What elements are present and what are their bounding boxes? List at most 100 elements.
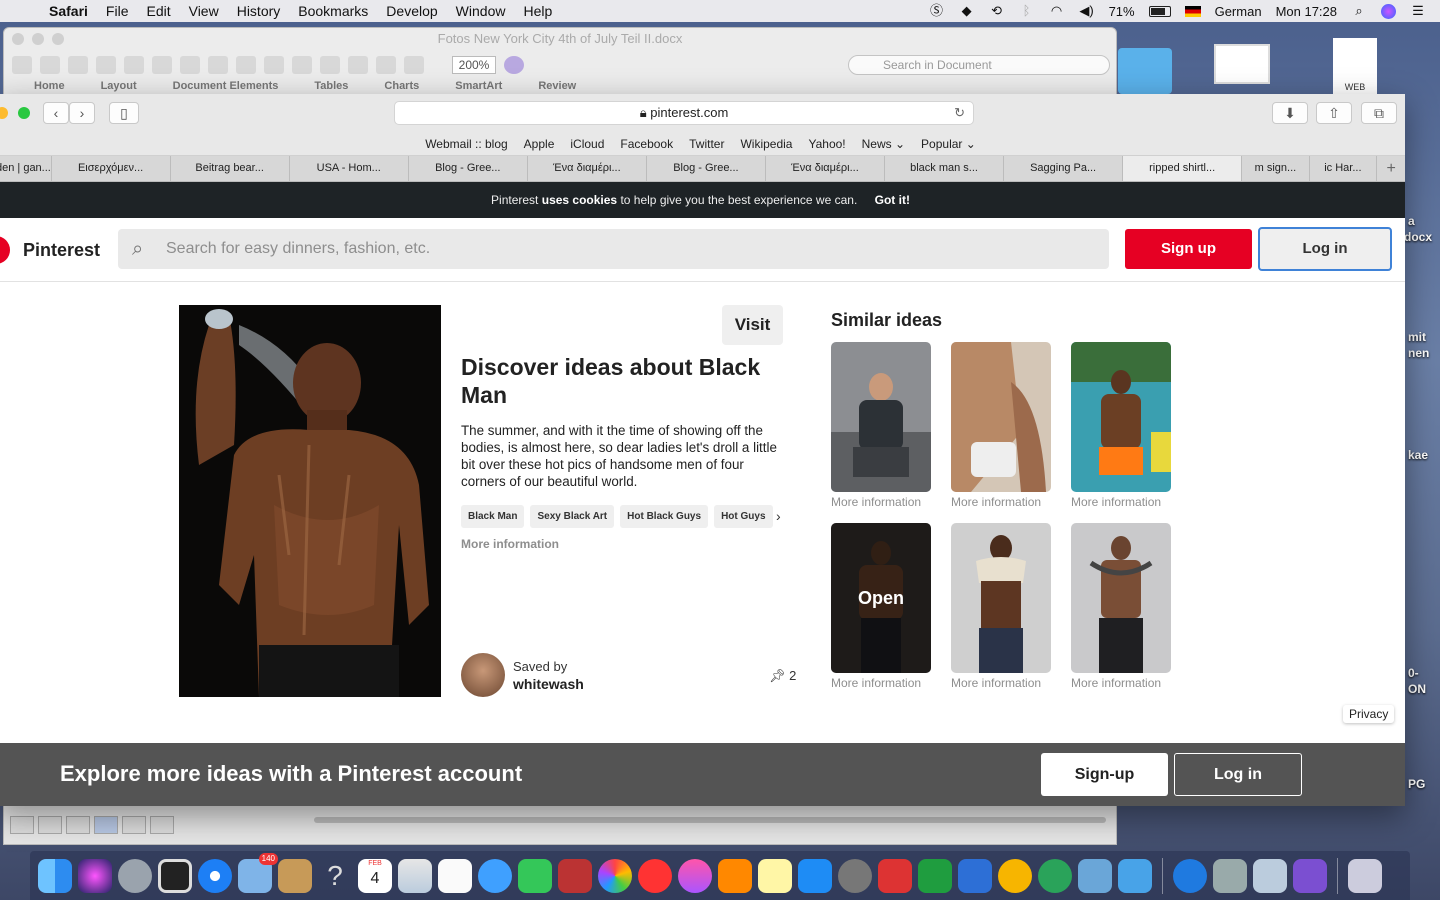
help-icon[interactable] xyxy=(504,56,524,74)
clock[interactable]: Mon 17:28 xyxy=(1276,4,1337,19)
mail-icon[interactable]: 140 xyxy=(238,852,278,893)
copy-icon[interactable] xyxy=(180,56,200,74)
fullscreen-button[interactable] xyxy=(18,107,30,119)
viber-icon[interactable] xyxy=(1293,858,1327,893)
banner-login-button[interactable]: Log in xyxy=(1174,753,1302,796)
maps-icon[interactable] xyxy=(398,858,432,893)
forward-button[interactable]: › xyxy=(69,102,95,124)
similar-pin[interactable]: More information xyxy=(951,342,1051,509)
ribbon-tab-review[interactable]: Review xyxy=(538,80,576,94)
browser-tab[interactable]: Beitrag bear... xyxy=(171,156,290,181)
messenger-icon[interactable] xyxy=(1118,858,1152,893)
tag-chip[interactable]: Hot Black Guys xyxy=(620,505,709,528)
desktop-label[interactable]: a xyxy=(1408,214,1415,228)
similar-pin-image[interactable] xyxy=(1071,342,1171,492)
books-icon[interactable] xyxy=(718,858,752,893)
undo-icon[interactable] xyxy=(264,56,284,74)
favorite-link[interactable]: Webmail :: blog xyxy=(425,137,507,151)
draft-view-button[interactable] xyxy=(10,815,34,834)
ribbon-tab-charts[interactable]: Charts xyxy=(384,80,419,94)
similar-pin-image[interactable] xyxy=(951,342,1051,492)
menu-view[interactable]: View xyxy=(180,3,228,19)
favorite-link[interactable]: Yahoo! xyxy=(808,137,845,151)
menu-app-name[interactable]: Safari xyxy=(40,3,97,19)
paste-icon[interactable] xyxy=(208,56,228,74)
preview-icon[interactable] xyxy=(1078,858,1112,893)
redo-icon[interactable] xyxy=(292,56,312,74)
german-flag-icon[interactable] xyxy=(1184,5,1201,17)
ribbon-tab-tables[interactable]: Tables xyxy=(314,80,348,94)
battery-icon[interactable] xyxy=(1148,5,1171,17)
word-zoom-field[interactable]: 200% xyxy=(452,56,496,74)
desktop-label[interactable]: 0- xyxy=(1408,666,1419,680)
reload-icon[interactable]: ↻ xyxy=(954,102,965,124)
similar-pin-image[interactable] xyxy=(951,523,1051,673)
browser-tab-active[interactable]: ripped shirtl... xyxy=(1123,156,1243,181)
reminders-icon[interactable] xyxy=(438,858,472,893)
desktop-folder-icon[interactable] xyxy=(1118,48,1172,94)
share-icon[interactable]: ⇧ xyxy=(1316,102,1352,124)
menu-develop[interactable]: Develop xyxy=(377,3,446,19)
word-horizontal-scrollbar[interactable] xyxy=(314,817,1106,823)
save-icon[interactable] xyxy=(96,56,116,74)
calendar-icon[interactable]: FEB 4 xyxy=(358,858,392,893)
outline-view-button[interactable] xyxy=(38,815,62,834)
pinterest-brand[interactable]: Pinterest xyxy=(23,240,100,261)
contacts-icon[interactable] xyxy=(278,858,312,893)
outlook-icon[interactable] xyxy=(998,858,1032,893)
tag-chip[interactable]: Hot Guys xyxy=(714,505,773,528)
wifi-icon[interactable]: ◠ xyxy=(1049,4,1065,18)
focus-view-button[interactable] xyxy=(150,815,174,834)
favorite-link[interactable]: Twitter xyxy=(689,137,724,151)
notification-center-icon[interactable]: ☰ xyxy=(1410,4,1426,18)
banner-signup-button[interactable]: Sign-up xyxy=(1041,753,1168,796)
time-machine-icon[interactable]: ⟲ xyxy=(989,4,1005,18)
notes-icon[interactable] xyxy=(758,858,792,893)
cookie-accept-button[interactable]: Got it! xyxy=(875,193,910,207)
publishing-view-button[interactable] xyxy=(66,815,90,834)
similar-pin[interactable]: Open More information xyxy=(831,523,931,690)
spotlight-search-icon[interactable]: ⌕ xyxy=(1351,4,1367,18)
trash-icon[interactable] xyxy=(1348,858,1382,893)
browser-tab[interactable]: ic Har... xyxy=(1310,156,1378,181)
sidebar-toggle-icon[interactable]: ▯ xyxy=(109,102,139,124)
browser-tab[interactable]: Ένα διαμέρι... xyxy=(528,156,647,181)
menu-window[interactable]: Window xyxy=(447,3,515,19)
browser-tab[interactable]: black man s... xyxy=(885,156,1005,181)
menu-edit[interactable]: Edit xyxy=(137,3,179,19)
similar-pin[interactable]: More information xyxy=(1071,342,1171,509)
saved-by-user[interactable]: whitewash xyxy=(513,676,584,692)
print-icon[interactable] xyxy=(124,56,144,74)
browser-tab[interactable]: Ένα διαμέρι... xyxy=(766,156,885,181)
siri-icon[interactable] xyxy=(1381,3,1396,19)
similar-pin[interactable]: More information xyxy=(1071,523,1171,690)
input-language[interactable]: German xyxy=(1215,4,1262,19)
similar-pin-label[interactable]: More information xyxy=(1071,676,1171,690)
desktop-label[interactable]: docx xyxy=(1404,230,1432,244)
similar-pin-label[interactable]: More information xyxy=(1071,495,1171,509)
pinterest-search-input[interactable]: ⌕ Search for easy dinners, fashion, etc. xyxy=(118,229,1109,269)
word-search-input[interactable]: Search in Document xyxy=(848,55,1110,75)
browser-tab[interactable]: den | gan... xyxy=(0,156,52,181)
desktop-document-icon[interactable]: WEB xyxy=(1333,38,1377,94)
browser-tab[interactable]: m sign... xyxy=(1242,156,1310,181)
favorite-link[interactable]: Facebook xyxy=(620,137,673,151)
teamviewer-icon[interactable] xyxy=(1173,858,1207,893)
menu-history[interactable]: History xyxy=(228,3,290,19)
chevron-right-icon[interactable]: › xyxy=(776,508,781,524)
back-button[interactable]: ‹ xyxy=(43,102,69,124)
word-close-button[interactable] xyxy=(12,33,24,45)
desktop-label[interactable]: ON xyxy=(1408,682,1426,696)
browser-tab[interactable]: Sagging Pa... xyxy=(1004,156,1124,181)
similar-pin-label[interactable]: More information xyxy=(831,676,931,690)
image-capture-icon[interactable] xyxy=(1253,858,1287,893)
photo-booth-icon[interactable] xyxy=(558,858,592,893)
automator-icon[interactable] xyxy=(1213,858,1247,893)
notebook-view-button[interactable] xyxy=(122,815,146,834)
minimize-button[interactable] xyxy=(0,107,8,119)
favorite-folder[interactable]: News ⌄ xyxy=(862,137,905,151)
bluetooth-icon[interactable]: ᛒ xyxy=(1019,4,1035,18)
pin-image[interactable] xyxy=(179,305,441,697)
excel-icon[interactable] xyxy=(918,858,952,893)
photos-icon[interactable] xyxy=(598,858,632,893)
